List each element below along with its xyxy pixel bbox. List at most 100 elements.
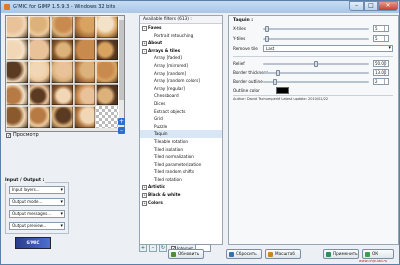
preview-horizontal-scrollbar[interactable] [6,128,119,131]
y-tiles-slider[interactable] [263,36,369,42]
relief-slider[interactable] [263,61,369,67]
remove-tile-label: Remove tile [233,46,258,51]
window-title: G'MIC for GIMP 1.5.9.3 - Windows 32 bits [13,4,116,10]
preview-pane[interactable] [5,15,125,132]
filter-category[interactable]: + Colors [140,199,222,207]
filter-item[interactable]: Tiled isolation [140,146,222,154]
filter-category[interactable]: + Artistic [140,183,222,191]
reset-button[interactable]: Сбросить [226,249,262,259]
add-fave-icon[interactable]: + [139,244,147,252]
preview-toggle[interactable]: Просмотр [6,132,39,138]
filter-item[interactable]: Array [random colors] [140,77,222,85]
collapse-icon[interactable]: – [142,26,147,31]
preview-checkbox-label: Просмотр [13,132,39,138]
x-tiles-knob[interactable] [265,26,270,32]
title-bar[interactable]: G'MIC for GIMP 1.5.9.3 - Windows 32 bits… [1,1,399,13]
image-tile [51,38,73,61]
output-messages-select[interactable]: Output messages... [9,210,65,218]
filter-category[interactable]: + About [140,39,222,47]
maximize-button[interactable]: □ [364,1,378,11]
apply-button[interactable]: Применить [323,249,359,259]
input-layers-select[interactable]: Input layers... [9,186,65,194]
filter-category[interactable]: – Arrays & tiles [140,47,222,55]
filter-label: Tiled normalization [154,154,194,160]
input-output-title: Input / Output : [4,178,46,183]
filter-item[interactable]: Dices [140,100,222,108]
filter-item[interactable]: Tileable rotation [140,138,222,146]
filter-label: Arrays & tiles [148,47,181,53]
scrollbar-thumb[interactable] [119,20,124,100]
filters-tree[interactable]: Available filters (613) : – Faves Portrait… [139,15,223,245]
border-outline-spinbox[interactable]: 2 [373,78,389,85]
input-output-group: Input layers... Output mode... Output me… [5,182,69,234]
border-thickness-knob[interactable] [276,70,281,76]
border-outline-row: Border outline 2 [233,78,393,86]
filter-item[interactable]: Tiled parameterization [140,161,222,169]
filter-item[interactable]: Array [faded] [140,54,222,62]
y-tiles-knob[interactable] [265,36,270,42]
refresh-icon[interactable]: ↻ [159,244,167,252]
minimize-button[interactable]: – [349,1,364,11]
outline-color-label: Outline color [233,88,260,93]
gmic-logo[interactable]: G'MIC [15,237,51,249]
border-outline-slider[interactable] [263,79,369,85]
y-tiles-spinbox[interactable]: 5 [373,35,389,42]
zoom-out-button[interactable]: – [118,127,125,134]
ok-button-label: ОК [372,251,379,256]
filter-item[interactable]: Taquin [140,130,222,138]
gmic-window: G'MIC for GIMP 1.5.9.3 - Windows 32 bits… [0,0,400,265]
filter-item[interactable]: Array [mirrored] [140,62,222,70]
outline-color-swatch[interactable] [276,87,289,94]
filter-label: Extract objects [154,108,186,114]
filter-item[interactable]: Tiled rotation [140,176,222,184]
remove-fave-icon[interactable]: – [149,244,157,252]
filter-item[interactable]: Array [random] [140,70,222,78]
preview-checkbox[interactable] [6,132,11,138]
maximize-preview-button[interactable]: Масштаб [265,249,301,259]
relief-spinbox[interactable]: 50.00 [373,60,389,67]
x-tiles-spinbox[interactable]: 5 [373,25,389,32]
relief-knob[interactable] [314,61,318,67]
filter-category[interactable]: + Black & white [140,191,222,199]
filter-item[interactable]: Tiled normalization [140,153,222,161]
preview-vertical-scrollbar[interactable] [119,16,124,128]
refresh-icon [171,252,176,257]
update-button[interactable]: Обновить [168,249,204,259]
relief-row: Relief 50.00 [233,60,393,68]
image-tile [28,38,51,61]
close-button[interactable]: ✕ [378,1,398,11]
image-tile [28,106,51,128]
border-outline-knob[interactable] [273,79,278,85]
ok-button[interactable]: ОК [362,249,394,259]
x-tiles-row: X-tiles 5 [233,25,393,33]
filter-label: Array [random colors] [154,78,200,84]
taquin-preview-image [6,16,118,128]
filter-label: Grid [154,116,163,122]
filter-item[interactable]: Puzzle [140,123,222,131]
filter-item[interactable]: Array [regular] [140,85,222,93]
zoom-in-button[interactable]: + [118,118,125,125]
image-tile [6,61,28,83]
image-tile [28,61,51,83]
filter-item[interactable]: Portrait retouching [140,32,222,40]
filter-item[interactable]: Tiled random shifts [140,168,222,176]
expand-icon[interactable]: + [142,185,147,191]
filter-label: Array [regular] [154,85,185,91]
output-mode-select[interactable]: Output mode... [9,198,65,206]
x-tiles-slider[interactable] [263,26,369,32]
output-preview-select[interactable]: Output preview... [9,222,65,230]
expand-icon[interactable]: + [142,200,147,206]
border-thickness-spinbox[interactable]: 13.00 [373,69,389,76]
image-tile [73,83,96,106]
filter-item[interactable]: Chessboard [140,92,222,100]
collapse-icon[interactable]: – [142,48,147,54]
border-thickness-slider[interactable] [263,70,369,76]
expand-icon[interactable]: + [142,193,147,199]
expand-icon[interactable]: + [142,41,147,47]
image-tile [28,16,51,38]
filter-category[interactable]: – Faves [140,24,222,32]
remove-tile-select[interactable]: Last [263,45,393,52]
filter-item[interactable]: Extract objects [140,108,222,116]
maximize-button-label: Масштаб [275,251,295,256]
filter-item[interactable]: Grid [140,115,222,123]
